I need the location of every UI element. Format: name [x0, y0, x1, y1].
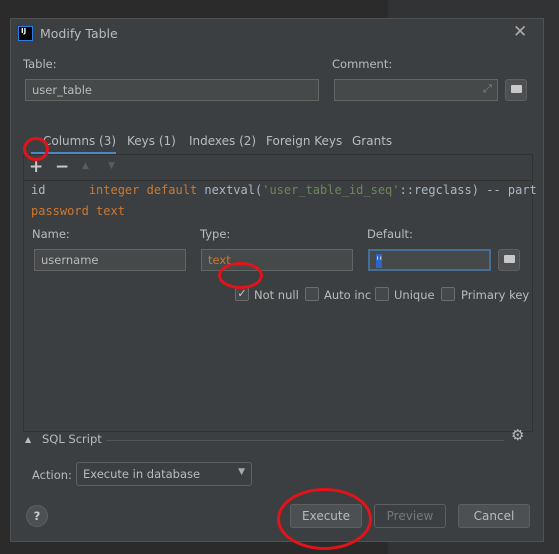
dialog-title: Modify Table [40, 26, 118, 41]
table-name-input[interactable]: user_table [25, 79, 319, 101]
chevron-down-icon: ▼ [238, 467, 245, 477]
annotation-circle-execute [277, 488, 372, 550]
annotation-circle-add [23, 137, 49, 161]
help-button[interactable]: ? [26, 505, 48, 527]
move-up-icon[interactable]: ▲ [82, 161, 89, 171]
column-row[interactable]: password text [31, 204, 125, 218]
app-logo-icon: IJ [18, 26, 33, 41]
tab-foreign-keys[interactable]: Foreign Keys [266, 134, 342, 148]
default-comment-button[interactable] [498, 249, 520, 271]
not-null-checkbox[interactable]: ✓ [235, 287, 249, 301]
tab-keys[interactable]: Keys (1) [127, 134, 176, 148]
tab-columns[interactable]: Columns (3) [43, 134, 116, 148]
unique-label[interactable]: Unique [394, 288, 435, 302]
close-icon[interactable]: ✕ [513, 22, 527, 42]
table-label: Table: [23, 57, 57, 71]
column-name-input[interactable]: username [34, 249, 186, 271]
auto-inc-checkbox[interactable] [305, 287, 319, 301]
default-label: Default: [367, 227, 413, 241]
action-label: Action: [32, 468, 72, 482]
type-label: Type: [200, 227, 231, 241]
annotation-circle-not-null [218, 262, 263, 289]
column-row[interactable]: id integer default nextval('user_table_i… [31, 183, 537, 197]
gear-icon[interactable]: ⚙ [511, 426, 524, 444]
comment-label: Comment: [332, 57, 393, 71]
comment-button[interactable] [505, 79, 527, 101]
action-select[interactable]: Execute in database ▼ [76, 462, 252, 486]
expand-icon[interactable]: ⤢ [483, 82, 492, 96]
collapse-icon[interactable]: ▲ [25, 435, 31, 444]
comment-input[interactable] [334, 79, 498, 101]
name-label: Name: [32, 227, 70, 241]
remove-icon[interactable]: − [55, 157, 69, 177]
cancel-button[interactable]: Cancel [458, 504, 530, 528]
sql-script-label[interactable]: SQL Script [42, 432, 102, 446]
column-default-input[interactable]: '' [368, 249, 491, 271]
unique-checkbox[interactable] [375, 287, 389, 301]
primary-key-label[interactable]: Primary key [461, 288, 529, 302]
auto-inc-label[interactable]: Auto inc [324, 288, 371, 302]
tab-indexes[interactable]: Indexes (2) [189, 134, 256, 148]
preview-button[interactable]: Preview [374, 504, 446, 528]
not-null-label[interactable]: Not null [254, 288, 299, 302]
primary-key-checkbox[interactable] [441, 287, 455, 301]
move-down-icon[interactable]: ▼ [108, 161, 115, 171]
tab-grants[interactable]: Grants [352, 134, 392, 148]
columns-panel: + − ▲ ▼ id integer default nextval('user… [23, 154, 537, 432]
modify-table-dialog: IJ Modify Table ✕ Table: user_table Comm… [10, 18, 544, 542]
